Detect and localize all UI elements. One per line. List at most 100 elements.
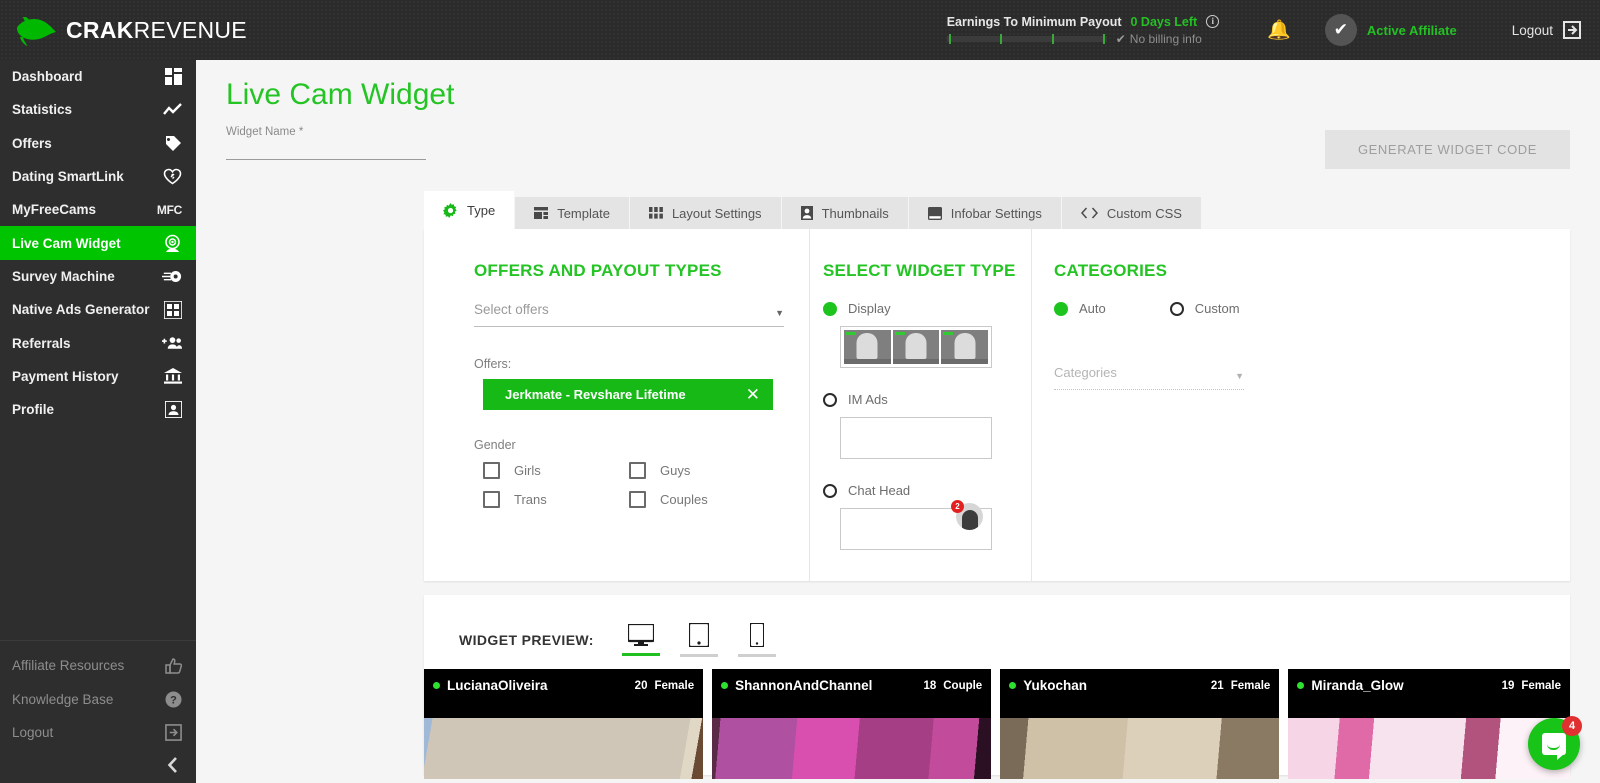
sidebar-item-payment-history[interactable]: Payment History: [0, 360, 196, 393]
gender-checkbox-group: Girls Guys Trans Couples: [483, 462, 809, 508]
earnings-widget: Earnings To Minimum Payout 0 Days Left i…: [946, 14, 1225, 46]
tablet-icon[interactable]: [679, 623, 718, 657]
sidebar-item-label: Profile: [12, 402, 55, 418]
brand-logo[interactable]: CRAKREVENUE: [14, 13, 247, 47]
chevron-down-icon: ▼: [1235, 371, 1244, 381]
tab-thumbnails[interactable]: Thumbnails: [781, 197, 909, 229]
sidebar-item-affiliate-resources[interactable]: Affiliate Resources: [0, 649, 196, 682]
checkbox-guys[interactable]: Guys: [629, 462, 775, 479]
radio-display[interactable]: Display: [823, 301, 1031, 316]
checkbox-label: Couples: [660, 492, 708, 507]
select-offers-dropdown[interactable]: Select offers ▼: [474, 301, 784, 327]
sidebar-item-myfreecams[interactable]: MyFreeCams MFC: [0, 193, 196, 226]
logout-icon: [162, 723, 182, 741]
selected-offer-label: Jerkmate - Revshare Lifetime: [505, 387, 686, 402]
sidebar-item-referrals[interactable]: Referrals: [0, 326, 196, 359]
radio-chat-head[interactable]: Chat Head: [823, 483, 1031, 498]
cam-card-gender: Couple: [943, 679, 983, 692]
tab-layout-settings[interactable]: Layout Settings: [629, 197, 782, 229]
radio-circle: [823, 483, 837, 498]
logout-button[interactable]: Logout: [1512, 20, 1582, 40]
generate-widget-code-button[interactable]: GENERATE WIDGET CODE: [1325, 130, 1570, 169]
tab-type[interactable]: Type: [424, 191, 516, 229]
check-icon: ✔: [1115, 31, 1126, 46]
offers-label: Offers:: [474, 357, 512, 371]
offers-and-payout-types-section: OFFERS AND PAYOUT TYPES Select offers ▼ …: [424, 229, 809, 581]
widget-name-row: Widget Name * GENERATE WIDGET CODE: [196, 126, 1600, 169]
online-status-dot: [1009, 682, 1017, 689]
checkbox-label: Girls: [514, 463, 541, 478]
sidebar-item-label: Dating SmartLink: [12, 169, 124, 185]
sidebar-item-dashboard[interactable]: Dashboard: [0, 60, 196, 93]
page-title: Live Cam Widget: [226, 78, 455, 111]
cam-card-name: LucianaOliveira: [447, 678, 548, 693]
tab-custom-css[interactable]: Custom CSS: [1061, 197, 1202, 229]
sidebar-item-label: Survey Machine: [12, 268, 115, 284]
mobile-icon[interactable]: [737, 623, 776, 657]
intercom-unread-badge: 4: [1562, 716, 1582, 736]
tab-label: Custom CSS: [1106, 205, 1182, 221]
info-icon[interactable]: i: [1206, 15, 1220, 28]
brand-bold: CRAK: [66, 16, 134, 43]
bell-icon[interactable]: 🔔: [1267, 18, 1291, 42]
tab-infobar-settings[interactable]: Infobar Settings: [908, 197, 1062, 229]
widget-preview-title: WIDGET PREVIEW:: [459, 632, 594, 648]
display-preview-thumbnails[interactable]: [840, 326, 992, 368]
close-icon[interactable]: ✕: [746, 385, 760, 405]
radio-custom[interactable]: Custom: [1169, 301, 1240, 316]
sidebar-bottom: Affiliate Resources Knowledge Base ? Log…: [0, 640, 196, 783]
chat-head-preview[interactable]: 2: [840, 500, 992, 550]
sidebar-item-live-cam-widget[interactable]: Live Cam Widget: [0, 226, 196, 260]
cam-card-name: Miranda_Glow: [1311, 678, 1404, 693]
im-ads-preview[interactable]: [840, 417, 992, 459]
cam-card[interactable]: ShannonAndChannel 18 Couple: [712, 669, 992, 779]
grid-ads-icon: [162, 300, 182, 319]
checkbox-label: Guys: [660, 463, 691, 478]
affiliate-status[interactable]: ✔ Active Affiliate: [1324, 14, 1457, 46]
infobar-icon: [927, 206, 942, 220]
intercom-chat-launcher[interactable]: 4: [1528, 716, 1582, 770]
cam-card-infobar: Miranda_Glow 19 Female: [1288, 669, 1570, 702]
radio-auto[interactable]: Auto: [1054, 301, 1106, 316]
sidebar-item-knowledge-base[interactable]: Knowledge Base ?: [0, 682, 196, 715]
code-icon: [1080, 207, 1098, 219]
checkbox-couples[interactable]: Couples: [629, 491, 775, 508]
radio-circle: [823, 301, 837, 316]
sidebar-item-offers[interactable]: Offers: [0, 127, 196, 160]
desktop-icon[interactable]: [621, 624, 660, 656]
cam-card-age: 20: [634, 679, 648, 692]
tab-template[interactable]: Template: [515, 197, 630, 229]
widget-name-input[interactable]: [226, 138, 426, 160]
cam-card[interactable]: Miranda_Glow 19 Female: [1288, 669, 1570, 779]
sidebar-item-logout[interactable]: Logout: [0, 716, 196, 749]
days-left-label: 0 Days Left: [1130, 14, 1198, 29]
brand-light: REVENUE: [133, 16, 247, 43]
tab-label: Template: [557, 205, 610, 221]
cam-card-gender: Female: [1521, 679, 1561, 692]
sidebar-item-profile[interactable]: Profile: [0, 393, 196, 426]
sidebar-item-dating-smartlink[interactable]: Dating SmartLink: [0, 160, 196, 193]
online-status-dot: [433, 682, 440, 689]
categories-dropdown[interactable]: Categories ▼: [1054, 364, 1244, 390]
sidebar-collapse-button[interactable]: [0, 749, 196, 777]
type-tab-panel: OFFERS AND PAYOUT TYPES Select offers ▼ …: [424, 229, 1570, 581]
cam-card-infobar: Yukochan 21 Female: [1000, 669, 1279, 702]
checkbox-girls[interactable]: Girls: [483, 462, 629, 479]
radio-circle: [1054, 301, 1068, 316]
cam-card[interactable]: LucianaOliveira 20 Female: [424, 669, 704, 779]
sidebar-item-statistics[interactable]: Statistics: [0, 93, 196, 126]
thumbnail-icon: [800, 206, 813, 220]
widget-preview-cards: LucianaOliveira 20 Female ShannonAndChan…: [424, 657, 1570, 779]
cam-card-thumbnail: [712, 718, 992, 779]
sidebar-item-survey-machine[interactable]: Survey Machine: [0, 260, 196, 293]
heart-link-icon: [162, 168, 182, 185]
cam-card-meta: 19 Female: [1502, 680, 1561, 692]
cam-card-gender: Female: [1230, 679, 1271, 692]
cam-card[interactable]: Yukochan 21 Female: [1000, 669, 1280, 779]
sidebar-item-native-ads-generator[interactable]: Native Ads Generator: [0, 293, 196, 326]
checkbox-trans[interactable]: Trans: [483, 491, 629, 508]
radio-im-ads[interactable]: IM Ads: [823, 392, 1031, 407]
cam-card-meta: 21 Female: [1211, 680, 1270, 692]
radio-label: IM Ads: [848, 392, 888, 407]
cam-card-infobar: ShannonAndChannel 18 Couple: [712, 669, 991, 702]
